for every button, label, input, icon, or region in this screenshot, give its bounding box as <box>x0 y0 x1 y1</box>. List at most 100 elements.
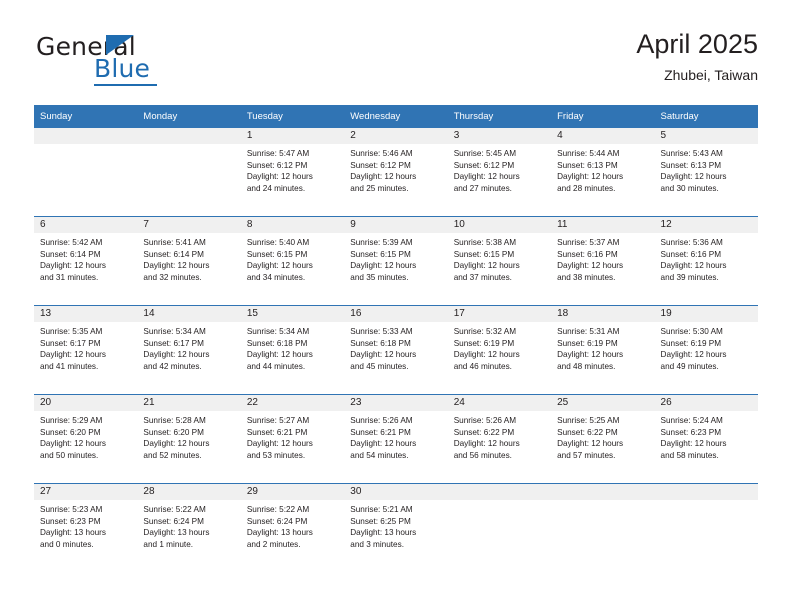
day-details: Sunrise: 5:34 AM Sunset: 6:18 PM Dayligh… <box>241 322 344 394</box>
day-cell[interactable]: 8 Sunrise: 5:40 AM Sunset: 6:15 PM Dayli… <box>240 216 345 306</box>
page-header: General Blue April 2025 Zhubei, Taiwan <box>34 28 758 98</box>
daylight-text-line1: Daylight: 12 hours <box>557 172 624 182</box>
day-cell[interactable]: 12 Sunrise: 5:36 AM Sunset: 6:16 PM Dayl… <box>654 216 758 306</box>
sunset-text: Sunset: 6:20 PM <box>40 427 101 437</box>
daylight-text-line2: and 45 minutes. <box>350 361 409 371</box>
sunrise-text: Sunrise: 5:25 AM <box>557 416 620 425</box>
day-cell[interactable] <box>447 483 552 572</box>
calendar-week-row: 27 Sunrise: 5:23 AM Sunset: 6:23 PM Dayl… <box>34 483 758 572</box>
daylight-text-line2: and 0 minutes. <box>40 539 94 549</box>
daylight-text-line1: Daylight: 12 hours <box>350 172 417 182</box>
weekday-header-row: Sunday Monday Tuesday Wednesday Thursday… <box>34 105 758 128</box>
day-details: Sunrise: 5:22 AM Sunset: 6:24 PM Dayligh… <box>137 500 240 572</box>
daylight-text-line2: and 27 minutes. <box>453 183 512 193</box>
sunset-text: Sunset: 6:16 PM <box>557 249 618 259</box>
daylight-text-line2: and 24 minutes. <box>246 183 306 193</box>
sunset-text: Sunset: 6:23 PM <box>40 516 101 526</box>
day-cell[interactable]: 30 Sunrise: 5:21 AM Sunset: 6:25 PM Dayl… <box>344 483 448 572</box>
sunset-text: Sunset: 6:19 PM <box>453 338 515 348</box>
sunset-text: Sunset: 6:24 PM <box>246 516 308 526</box>
day-cell[interactable]: 2 Sunrise: 5:46 AM Sunset: 6:12 PM Dayli… <box>344 127 448 217</box>
day-number <box>447 484 552 500</box>
sunrise-text: Sunrise: 5:24 AM <box>660 416 723 425</box>
day-number: 10 <box>447 217 552 233</box>
calendar-week-row: 20 Sunrise: 5:29 AM Sunset: 6:20 PM Dayl… <box>34 394 758 484</box>
day-cell[interactable]: 29 Sunrise: 5:22 AM Sunset: 6:24 PM Dayl… <box>240 483 345 572</box>
day-cell[interactable]: 11 Sunrise: 5:37 AM Sunset: 6:16 PM Dayl… <box>551 216 655 306</box>
day-cell[interactable]: 28 Sunrise: 5:22 AM Sunset: 6:24 PM Dayl… <box>137 483 241 572</box>
day-number: 5 <box>654 128 758 144</box>
day-cell[interactable]: 6 Sunrise: 5:42 AM Sunset: 6:14 PM Dayli… <box>34 216 138 306</box>
sunset-text: Sunset: 6:13 PM <box>557 160 618 170</box>
day-details: Sunrise: 5:42 AM Sunset: 6:14 PM Dayligh… <box>34 233 137 305</box>
daylight-text-line1: Daylight: 12 hours <box>40 350 106 360</box>
day-cell[interactable]: 17 Sunrise: 5:32 AM Sunset: 6:19 PM Dayl… <box>447 305 552 395</box>
daylight-text-line1: Daylight: 12 hours <box>453 439 520 449</box>
day-cell[interactable]: 4 Sunrise: 5:44 AM Sunset: 6:13 PM Dayli… <box>551 127 655 217</box>
daylight-text-line2: and 30 minutes. <box>660 183 719 193</box>
daylight-text-line2: and 3 minutes. <box>350 539 404 549</box>
daylight-text-line2: and 52 minutes. <box>143 450 202 460</box>
daylight-text-line2: and 58 minutes. <box>660 450 719 460</box>
day-cell[interactable]: 3 Sunrise: 5:45 AM Sunset: 6:12 PM Dayli… <box>447 127 552 217</box>
sunset-text: Sunset: 6:19 PM <box>557 338 618 348</box>
day-cell[interactable]: 23 Sunrise: 5:26 AM Sunset: 6:21 PM Dayl… <box>344 394 448 484</box>
day-number: 23 <box>344 395 448 411</box>
day-details: Sunrise: 5:38 AM Sunset: 6:15 PM Dayligh… <box>448 233 551 305</box>
sunset-text: Sunset: 6:12 PM <box>350 160 411 170</box>
day-cell[interactable] <box>551 483 655 572</box>
daylight-text-line2: and 46 minutes. <box>453 361 512 371</box>
day-number: 28 <box>137 484 241 500</box>
daylight-text-line1: Daylight: 12 hours <box>143 350 210 360</box>
day-cell[interactable] <box>34 127 138 217</box>
daylight-text-line1: Daylight: 12 hours <box>453 172 520 182</box>
day-details: Sunrise: 5:25 AM Sunset: 6:22 PM Dayligh… <box>551 411 654 483</box>
daylight-text-line2: and 25 minutes. <box>350 183 409 193</box>
day-cell[interactable]: 25 Sunrise: 5:25 AM Sunset: 6:22 PM Dayl… <box>551 394 655 484</box>
daylight-text-line1: Daylight: 12 hours <box>660 439 727 449</box>
sunset-text: Sunset: 6:24 PM <box>143 516 204 526</box>
day-cell[interactable]: 13 Sunrise: 5:35 AM Sunset: 6:17 PM Dayl… <box>34 305 138 395</box>
day-cell[interactable] <box>137 127 241 217</box>
sunrise-text: Sunrise: 5:34 AM <box>143 327 206 336</box>
daylight-text-line1: Daylight: 12 hours <box>350 439 417 449</box>
sunrise-text: Sunrise: 5:41 AM <box>143 238 206 247</box>
calendar-body: 1 Sunrise: 5:47 AM Sunset: 6:12 PM Dayli… <box>34 127 758 572</box>
day-cell[interactable]: 22 Sunrise: 5:27 AM Sunset: 6:21 PM Dayl… <box>240 394 345 484</box>
day-cell[interactable]: 10 Sunrise: 5:38 AM Sunset: 6:15 PM Dayl… <box>447 216 552 306</box>
sunrise-text: Sunrise: 5:21 AM <box>350 505 413 514</box>
day-details: Sunrise: 5:45 AM Sunset: 6:12 PM Dayligh… <box>448 144 551 216</box>
day-cell[interactable]: 24 Sunrise: 5:26 AM Sunset: 6:22 PM Dayl… <box>447 394 552 484</box>
day-cell[interactable]: 26 Sunrise: 5:24 AM Sunset: 6:23 PM Dayl… <box>654 394 758 484</box>
day-number: 17 <box>447 306 552 322</box>
day-cell[interactable]: 15 Sunrise: 5:34 AM Sunset: 6:18 PM Dayl… <box>240 305 345 395</box>
day-cell[interactable]: 9 Sunrise: 5:39 AM Sunset: 6:15 PM Dayli… <box>344 216 448 306</box>
day-cell[interactable]: 18 Sunrise: 5:31 AM Sunset: 6:19 PM Dayl… <box>551 305 655 395</box>
day-cell[interactable]: 16 Sunrise: 5:33 AM Sunset: 6:18 PM Dayl… <box>344 305 448 395</box>
daylight-text-line1: Daylight: 12 hours <box>40 261 106 271</box>
day-cell[interactable]: 19 Sunrise: 5:30 AM Sunset: 6:19 PM Dayl… <box>654 305 758 395</box>
day-cell[interactable]: 27 Sunrise: 5:23 AM Sunset: 6:23 PM Dayl… <box>34 483 138 572</box>
sunrise-text: Sunrise: 5:31 AM <box>557 327 620 336</box>
daylight-text-line2: and 53 minutes. <box>246 450 306 460</box>
day-cell[interactable]: 14 Sunrise: 5:34 AM Sunset: 6:17 PM Dayl… <box>137 305 241 395</box>
day-number: 6 <box>34 217 138 233</box>
title-block: April 2025 Zhubei, Taiwan <box>636 28 758 85</box>
daylight-text-line2: and 37 minutes. <box>453 272 512 282</box>
weekday-header-wednesday: Wednesday <box>344 105 448 128</box>
day-details: Sunrise: 5:43 AM Sunset: 6:13 PM Dayligh… <box>655 144 758 216</box>
day-cell[interactable]: 1 Sunrise: 5:47 AM Sunset: 6:12 PM Dayli… <box>240 127 345 217</box>
day-cell[interactable] <box>654 483 758 572</box>
daylight-text-line1: Daylight: 12 hours <box>453 350 520 360</box>
sunrise-text: Sunrise: 5:27 AM <box>246 416 310 425</box>
sunset-text: Sunset: 6:22 PM <box>557 427 618 437</box>
sunset-text: Sunset: 6:15 PM <box>246 249 308 259</box>
sunset-text: Sunset: 6:14 PM <box>143 249 204 259</box>
sunset-text: Sunset: 6:18 PM <box>350 338 411 348</box>
logo-word-blue: Blue <box>94 54 151 83</box>
day-cell[interactable]: 21 Sunrise: 5:28 AM Sunset: 6:20 PM Dayl… <box>137 394 241 484</box>
day-cell[interactable]: 5 Sunrise: 5:43 AM Sunset: 6:13 PM Dayli… <box>654 127 758 217</box>
daylight-text-line2: and 34 minutes. <box>246 272 306 282</box>
day-cell[interactable]: 20 Sunrise: 5:29 AM Sunset: 6:20 PM Dayl… <box>34 394 138 484</box>
day-cell[interactable]: 7 Sunrise: 5:41 AM Sunset: 6:14 PM Dayli… <box>137 216 241 306</box>
